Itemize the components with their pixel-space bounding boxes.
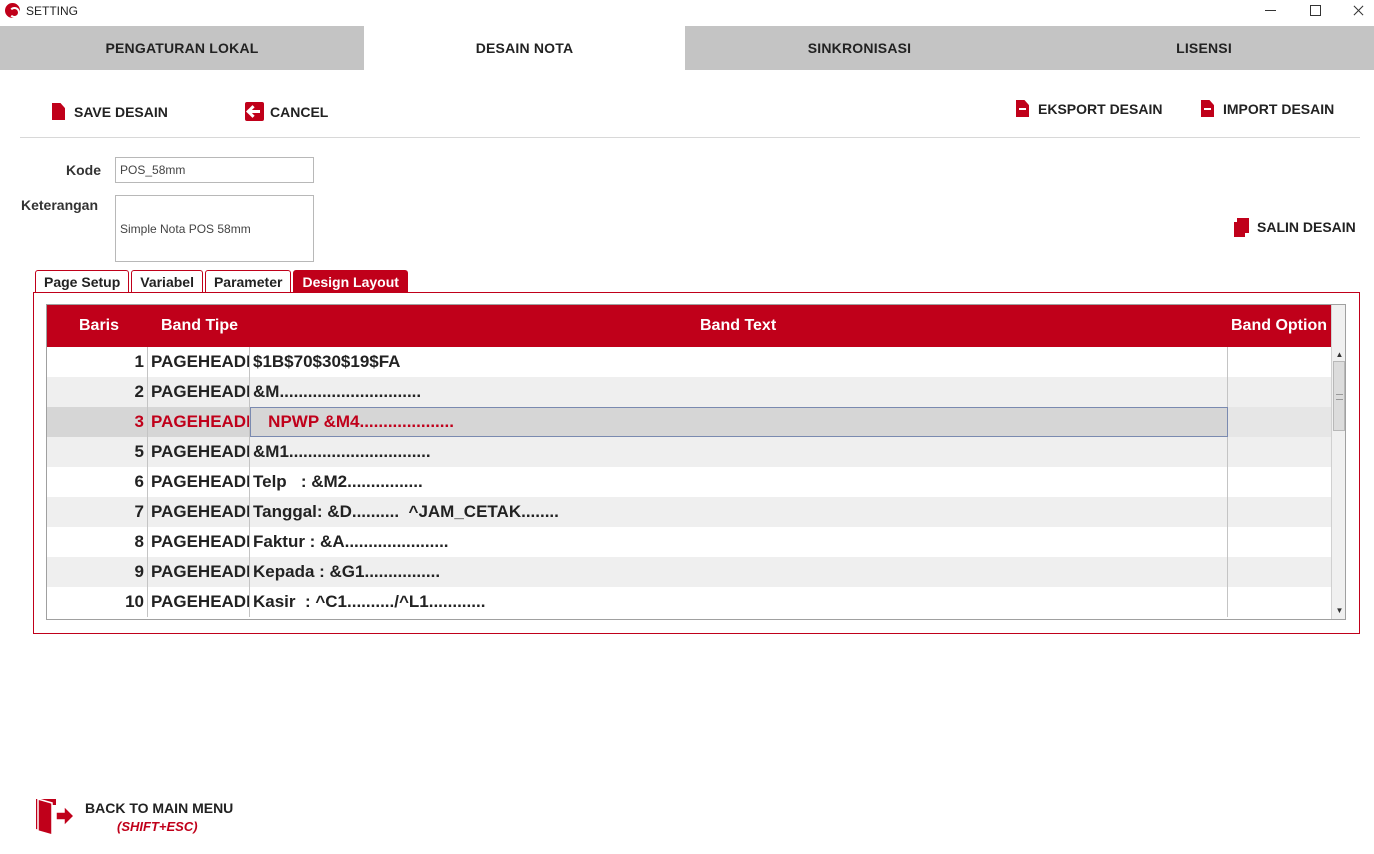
- cell-band-option[interactable]: [1228, 527, 1331, 557]
- cell-band-text[interactable]: &M1..............................: [250, 437, 1228, 467]
- cancel-button[interactable]: CANCEL: [245, 102, 328, 121]
- table-row[interactable]: 10 PAGEHEADER Kasir : ^C1........../^L1.…: [47, 587, 1331, 617]
- keterangan-textarea[interactable]: Simple Nota POS 58mm: [115, 195, 314, 262]
- cell-band-option[interactable]: [1228, 347, 1331, 377]
- close-icon[interactable]: [1339, 0, 1374, 22]
- vertical-scrollbar[interactable]: ▲ ▼: [1331, 305, 1345, 619]
- cell-band-tipe: PAGEHEADER: [148, 467, 250, 497]
- cell-band-text[interactable]: Tanggal: &D.......... ^JAM_CETAK........: [250, 497, 1228, 527]
- tab-pengaturan-lokal[interactable]: PENGATURAN LOKAL: [0, 26, 364, 70]
- back-to-main-menu-button[interactable]: BACK TO MAIN MENU (SHIFT+ESC): [34, 795, 244, 837]
- back-shortcut-label: (SHIFT+ESC): [117, 819, 198, 834]
- sub-tab-bar: Page Setup Variabel Parameter Design Lay…: [35, 270, 410, 292]
- design-layout-table: Baris Band Tipe Band Text Band Option 1 …: [46, 304, 1346, 620]
- cell-band-option[interactable]: [1228, 467, 1331, 497]
- save-desain-label: SAVE DESAIN: [74, 103, 168, 120]
- cell-baris: 2: [47, 377, 148, 407]
- cell-band-option[interactable]: [1228, 437, 1331, 467]
- exit-door-icon: [36, 798, 76, 836]
- cancel-arrow-icon: [245, 102, 264, 121]
- eksport-desain-button[interactable]: EKSPORT DESAIN: [1016, 100, 1162, 117]
- cell-band-text[interactable]: Faktur : &A......................: [250, 527, 1228, 557]
- table-row[interactable]: 9 PAGEHEADER Kepada : &G1...............…: [47, 557, 1331, 587]
- cell-band-tipe: PAGEHEADER: [148, 527, 250, 557]
- table-row[interactable]: 7 PAGEHEADER Tanggal: &D.......... ^JAM_…: [47, 497, 1331, 527]
- app-logo-icon: [5, 3, 20, 18]
- salin-desain-button[interactable]: SALIN DESAIN: [1233, 218, 1356, 238]
- minimize-icon[interactable]: [1251, 0, 1291, 22]
- export-document-icon: [1016, 100, 1029, 117]
- cell-baris: 8: [47, 527, 148, 557]
- cancel-label: CANCEL: [270, 103, 329, 120]
- cell-band-tipe: PAGEHEADER: [148, 497, 250, 527]
- cell-band-text-editor[interactable]: NPWP &M4....................: [250, 407, 1228, 437]
- table-row[interactable]: 2 PAGEHEADER &M.........................…: [47, 377, 1331, 407]
- main-tab-bar: PENGATURAN LOKAL DESAIN NOTA SINKRONISAS…: [0, 26, 1374, 70]
- column-header-band-option[interactable]: Band Option: [1231, 305, 1327, 347]
- cell-band-option[interactable]: [1228, 377, 1331, 407]
- tab-desain-nota[interactable]: DESAIN NOTA: [364, 26, 685, 70]
- column-header-baris[interactable]: Baris: [79, 305, 119, 347]
- tab-parameter[interactable]: Parameter: [204, 270, 292, 292]
- cell-band-option[interactable]: [1228, 557, 1331, 587]
- table-row[interactable]: 8 PAGEHEADER Faktur : &A................…: [47, 527, 1331, 557]
- scroll-thumb[interactable]: [1333, 361, 1345, 431]
- salin-desain-label: SALIN DESAIN: [1257, 219, 1356, 235]
- title-bar: SETTING: [0, 0, 1374, 22]
- import-desain-label: IMPORT DESAIN: [1223, 100, 1335, 117]
- column-header-band-text[interactable]: Band Text: [700, 305, 776, 347]
- eksport-desain-label: EKSPORT DESAIN: [1038, 100, 1163, 117]
- cell-band-text[interactable]: Telp : &M2................: [250, 467, 1228, 497]
- cell-baris: 10: [47, 587, 148, 617]
- cell-band-tipe: PAGEHEADER: [148, 587, 250, 617]
- cell-band-text[interactable]: Kasir : ^C1........../^L1............: [250, 587, 1228, 617]
- scroll-down-arrow-icon[interactable]: ▼: [1332, 603, 1345, 617]
- cell-baris: 7: [47, 497, 148, 527]
- tab-design-layout[interactable]: Design Layout: [293, 270, 408, 292]
- cell-baris: 1: [47, 347, 148, 377]
- keterangan-label: Keterangan: [21, 197, 99, 213]
- import-desain-button[interactable]: IMPORT DESAIN: [1201, 100, 1334, 117]
- save-document-icon: [52, 103, 65, 120]
- cell-band-option[interactable]: [1228, 407, 1331, 437]
- table-header: Baris Band Tipe Band Text Band Option: [47, 305, 1331, 347]
- cell-band-tipe: PAGEHEADER: [148, 407, 250, 437]
- toolbar-divider: [20, 137, 1360, 138]
- cell-baris: 5: [47, 437, 148, 467]
- cell-band-text[interactable]: &M..............................: [250, 377, 1228, 407]
- cell-band-tipe: PAGEHEADER: [148, 437, 250, 467]
- cell-band-tipe: PAGEHEADER: [148, 557, 250, 587]
- import-document-icon: [1201, 100, 1214, 117]
- save-desain-button[interactable]: SAVE DESAIN: [52, 103, 168, 120]
- table-row[interactable]: 1 PAGEHEADER $1B$70$30$19$FA: [47, 347, 1331, 377]
- scroll-up-arrow-icon[interactable]: ▲: [1332, 347, 1345, 361]
- window-title: SETTING: [26, 4, 79, 18]
- cell-band-text[interactable]: Kepada : &G1................: [250, 557, 1228, 587]
- column-header-band-tipe[interactable]: Band Tipe: [161, 305, 238, 347]
- cell-band-text[interactable]: $1B$70$30$19$FA: [250, 347, 1228, 377]
- table-row-selected[interactable]: 3 PAGEHEADER NPWP &M4...................…: [47, 407, 1331, 437]
- tab-lisensi[interactable]: LISENSI: [1034, 26, 1374, 70]
- cell-band-tipe: PAGEHEADER: [148, 347, 250, 377]
- table-body: 1 PAGEHEADER $1B$70$30$19$FA 2 PAGEHEADE…: [47, 347, 1331, 617]
- tab-page-setup[interactable]: Page Setup: [35, 270, 130, 292]
- tab-sinkronisasi[interactable]: SINKRONISASI: [685, 26, 1034, 70]
- cell-band-option[interactable]: [1228, 587, 1331, 617]
- table-row[interactable]: 6 PAGEHEADER Telp : &M2................: [47, 467, 1331, 497]
- maximize-icon[interactable]: [1295, 0, 1335, 22]
- tab-variabel[interactable]: Variabel: [131, 270, 203, 292]
- copy-icon: [1233, 218, 1249, 238]
- table-row[interactable]: 5 PAGEHEADER &M1........................…: [47, 437, 1331, 467]
- kode-input[interactable]: POS_58mm: [115, 157, 314, 183]
- cell-baris: 6: [47, 467, 148, 497]
- kode-label: Kode: [66, 162, 101, 178]
- back-to-main-menu-label: BACK TO MAIN MENU: [85, 800, 234, 816]
- cell-baris: 9: [47, 557, 148, 587]
- cell-band-tipe: PAGEHEADER: [148, 377, 250, 407]
- cell-baris: 3: [47, 407, 148, 437]
- cell-band-option[interactable]: [1228, 497, 1331, 527]
